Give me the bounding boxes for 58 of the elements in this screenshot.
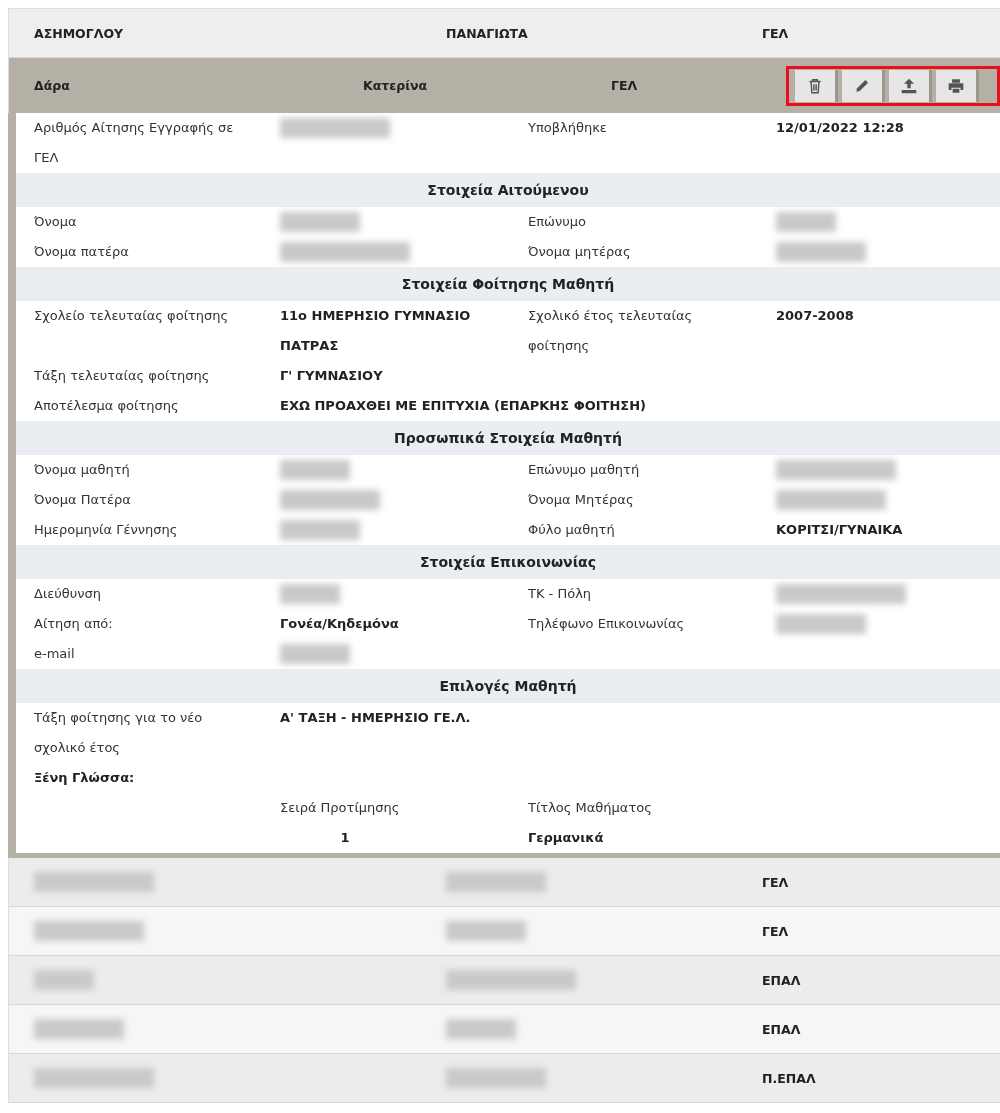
table-cell: Κατερίνα <box>363 78 428 93</box>
field-value: ΚΟΡΙΤΣΙ/ΓΥΝΑΙΚΑ <box>776 522 903 537</box>
field-label: Όνομα μητέρας <box>528 243 632 261</box>
table-cell: Γερμανικά <box>528 830 604 845</box>
column-header: Σειρά Προτίμησης <box>280 800 400 815</box>
print-icon <box>947 76 965 95</box>
field-value: 12/01/2022 12:28 <box>776 120 904 135</box>
table-cell: Δάρα <box>34 78 70 93</box>
field-label: Όνομα Πατέρα <box>34 491 132 509</box>
field-value: 11ο ΗΜΕΡΗΣΙΟ ΓΥΜΝΑΣΙΟ ΠΑΤΡΑΣ <box>280 308 471 353</box>
field-label: Επώνυμο <box>528 213 587 231</box>
field-value: ΕΧΩ ΠΡΟΑΧΘΕΙ ΜΕ ΕΠΙΤΥΧΙΑ (ΕΠΑΡΚΗΣ ΦΟΙΤΗΣΗ) <box>280 398 647 413</box>
delete-button[interactable] <box>795 69 835 102</box>
field-label: Διεύθυνση <box>34 585 103 603</box>
table-cell: ΓΕΛ <box>762 25 789 41</box>
subsection-label: Ξένη Γλώσσα: <box>33 769 136 787</box>
section-heading: Στοιχεία Αιτούμενου <box>16 173 1000 207</box>
field-label: Τηλέφωνο Επικοινωνίας <box>528 615 686 633</box>
field-label: Σχολείο τελευταίας φοίτησης <box>34 307 230 325</box>
table-cell: Π.ΕΠΑΛ <box>762 1070 816 1086</box>
field-label: ΤΚ - Πόλη <box>528 585 593 603</box>
field-label: e-mail <box>34 645 76 663</box>
edit-button[interactable] <box>842 69 882 102</box>
field-label: Όνομα πατέρα <box>34 243 130 261</box>
table-cell: ΓΕΛ <box>611 78 638 93</box>
table-cell: ΓΕΛ <box>762 923 789 939</box>
field-label: Επώνυμο μαθητή <box>528 461 641 479</box>
field-label: Αριθμός Αίτησης Εγγραφής σε ΓΕΛ <box>34 119 235 167</box>
field-label: Σχολικό έτος τελευταίας φοίτησης <box>528 307 694 355</box>
section-heading: Στοιχεία Επικοινωνίας <box>16 545 1000 579</box>
field-value: 2007-2008 <box>776 308 854 323</box>
column-header: Τίτλος Μαθήματος <box>528 800 652 815</box>
section-heading: Στοιχεία Φοίτησης Μαθητή <box>16 267 1000 301</box>
table-cell: ΑΣΗΜΟΓΛΟΥ <box>34 25 124 41</box>
table-cell: 1 <box>340 830 350 845</box>
table-cell: ΠΑΝΑΓΙΩΤΑ <box>446 25 528 41</box>
field-label: Όνομα <box>34 213 78 231</box>
upload-button[interactable] <box>889 69 929 102</box>
field-value: Α' ΤΑΞΗ - ΗΜΕΡΗΣΙΟ ΓΕ.Λ. <box>280 710 471 725</box>
table-cell: ΕΠΑΛ <box>762 1021 801 1037</box>
section-heading: Επιλογές Μαθητή <box>16 669 1000 703</box>
upload-icon <box>900 76 918 95</box>
field-value: Γονέα/Κηδεμόνα <box>280 616 399 631</box>
field-label: Ημερομηνία Γέννησης <box>34 521 179 539</box>
field-label: Τάξη φοίτησης για το νέο σχολικό έτος <box>34 709 204 757</box>
field-label: Τάξη τελευταίας φοίτησης <box>34 367 211 385</box>
field-value: Γ' ΓΥΜΝΑΣΙΟΥ <box>280 368 383 383</box>
field-label: Αίτηση από: <box>34 615 114 633</box>
trash-icon <box>806 76 824 95</box>
section-heading: Προσωπικά Στοιχεία Μαθητή <box>16 421 1000 455</box>
field-label: Αποτέλεσμα φοίτησης <box>34 397 180 415</box>
field-label: Φύλο μαθητή <box>528 521 616 539</box>
print-button[interactable] <box>936 69 976 102</box>
field-label: Όνομα Μητέρας <box>528 491 635 509</box>
field-label: Υποβλήθηκε <box>528 119 608 137</box>
table-cell: ΕΠΑΛ <box>762 972 801 988</box>
field-label: Όνομα μαθητή <box>34 461 131 479</box>
table-cell: ΓΕΛ <box>762 874 789 890</box>
